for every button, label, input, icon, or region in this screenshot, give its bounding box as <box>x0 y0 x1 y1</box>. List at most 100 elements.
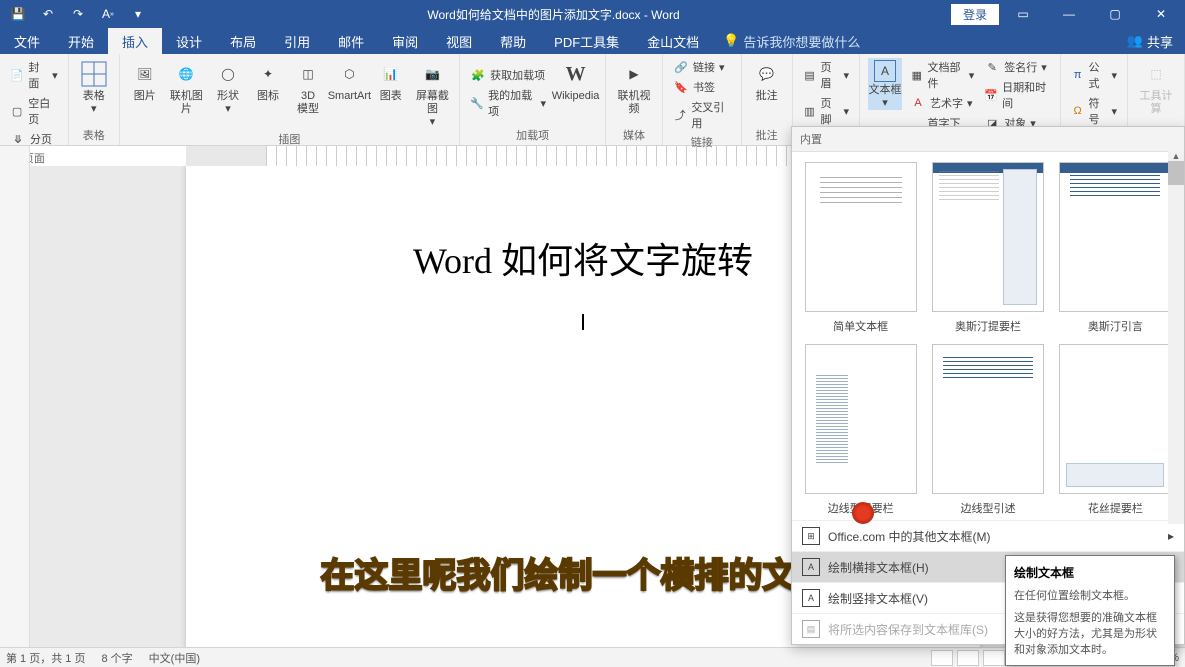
tool-calc-button: ⬚工具计算 <box>1136 58 1176 116</box>
quick-access-toolbar: 💾 ↶ ↷ A» ▾ <box>0 3 156 25</box>
wikipedia-button[interactable]: WWikipedia <box>554 58 597 103</box>
wordart-button[interactable]: A艺术字▾ <box>908 94 976 112</box>
blank-page-button[interactable]: ▢空白页 <box>8 94 60 128</box>
maximize-icon[interactable]: ▢ <box>1093 0 1137 28</box>
status-words[interactable]: 8 个字 <box>101 650 132 666</box>
xref-icon: ⤴ <box>673 107 687 123</box>
symbol-button[interactable]: Ω符号▾ <box>1069 94 1119 128</box>
tab-mailings[interactable]: 邮件 <box>324 28 378 54</box>
icons-button[interactable]: ✦图标 <box>251 58 285 103</box>
equation-button[interactable]: π公式▾ <box>1069 58 1119 92</box>
tooltip: 绘制文本框 在任何位置绘制文本框。 这是获得您想要的准确文本框大小的好方法，尤其… <box>1005 555 1175 666</box>
tab-file[interactable]: 文件 <box>0 28 54 54</box>
comment-button[interactable]: 💬批注 <box>750 58 784 103</box>
pictures-button[interactable]: 🖼图片 <box>128 58 162 103</box>
draw-v-icon: A <box>802 589 820 607</box>
group-comment: 💬批注 批注 <box>742 54 793 145</box>
gallery-banded-sidebar[interactable]: 边线型提要栏 <box>802 344 919 516</box>
gallery-banded-quote[interactable]: 边线型引述 <box>929 344 1046 516</box>
screenshot-button[interactable]: 📷屏幕截图▾ <box>414 58 451 129</box>
cover-page-button[interactable]: 📄封面▾ <box>8 58 60 92</box>
online-pic-icon: 🌐 <box>172 60 200 88</box>
tell-me-search[interactable]: 💡告诉我你想要做什么 <box>713 28 870 54</box>
date-icon: 📅 <box>984 87 998 103</box>
chart-button[interactable]: 📊图表 <box>374 58 408 103</box>
tab-layout[interactable]: 布局 <box>216 28 270 54</box>
signature-button[interactable]: ✎签名行▾ <box>982 58 1051 76</box>
tab-pdf[interactable]: PDF工具集 <box>540 28 633 54</box>
text-cursor <box>582 314 584 330</box>
gallery-filigree-sidebar[interactable]: 花丝提要栏 <box>1057 344 1174 516</box>
window-title: Word如何给文档中的图片添加文字.docx - Word <box>156 6 951 23</box>
online-pictures-button[interactable]: 🌐联机图片 <box>168 58 205 116</box>
share-button[interactable]: 👥共享 <box>1115 28 1185 54</box>
online-video-button[interactable]: ▶联机视频 <box>614 58 654 116</box>
store-icon: 🧩 <box>470 67 486 83</box>
group-illustrations: 🖼图片 🌐联机图片 ◯形状▾ ✦图标 ◫3D 模型 ⬡SmartArt 📊图表 … <box>120 54 460 145</box>
status-page[interactable]: 第 1 页，共 1 页 <box>6 650 85 666</box>
gallery-more-office[interactable]: ⊞Office.com 中的其他文本框(M)▸ <box>792 520 1184 551</box>
gallery-simple-textbox[interactable]: 简单文本框 <box>802 162 919 334</box>
link-button[interactable]: 🔗链接▾ <box>671 58 733 76</box>
tab-references[interactable]: 引用 <box>270 28 324 54</box>
smartart-icon: ⬡ <box>335 60 363 88</box>
view-buttons[interactable] <box>931 650 1005 666</box>
link-icon: 🔗 <box>673 59 689 75</box>
group-addins: 🧩获取加载项 🔧我的加载项▾ WWikipedia 加载项 <box>460 54 606 145</box>
datetime-button[interactable]: 📅日期和时间 <box>982 78 1051 112</box>
quick-parts-button[interactable]: ▦文档部件▾ <box>908 58 976 92</box>
tab-help[interactable]: 帮助 <box>486 28 540 54</box>
tooltip-title: 绘制文本框 <box>1014 564 1166 581</box>
cross-ref-button[interactable]: ⤴交叉引用 <box>671 98 733 132</box>
3d-model-button[interactable]: ◫3D 模型 <box>291 58 325 116</box>
video-icon: ▶ <box>620 60 648 88</box>
pi-icon: π <box>1071 67 1085 83</box>
sig-icon: ✎ <box>984 59 1000 75</box>
tab-view[interactable]: 视图 <box>432 28 486 54</box>
tab-review[interactable]: 审阅 <box>378 28 432 54</box>
textbox-button[interactable]: A文本框▾ <box>868 58 902 110</box>
minimize-icon[interactable]: — <box>1047 0 1091 28</box>
undo-icon[interactable]: ↶ <box>36 3 60 25</box>
header-icon: ▤ <box>803 67 817 83</box>
ribbon-display-icon[interactable]: ▭ <box>1001 0 1045 28</box>
tooltip-body2: 这是获得您想要的准确文本框大小的好方法，尤其是为形状和对象添加文本时。 <box>1014 609 1166 657</box>
cube-icon: ◫ <box>294 60 322 88</box>
cursor-indicator <box>852 502 874 524</box>
tab-wps[interactable]: 金山文档 <box>633 28 713 54</box>
group-pages: 📄封面▾ ▢空白页 ⤋分页 页面 <box>0 54 69 145</box>
shapes-button[interactable]: ◯形状▾ <box>211 58 245 116</box>
redo-icon[interactable]: ↷ <box>66 3 90 25</box>
gallery-austin-quote[interactable]: 奥斯汀引言 <box>1057 162 1174 334</box>
save-icon[interactable]: 💾 <box>6 3 30 25</box>
ribbon-tabs: 文件 开始 插入 设计 布局 引用 邮件 审阅 视图 帮助 PDF工具集 金山文… <box>0 28 1185 54</box>
font-icon[interactable]: A» <box>96 3 120 25</box>
tab-insert[interactable]: 插入 <box>108 28 162 54</box>
gallery-austin-sidebar[interactable]: 奥斯汀提要栏 <box>929 162 1046 334</box>
smartart-button[interactable]: ⬡SmartArt <box>331 58 368 103</box>
table-button[interactable]: 表格▾ <box>77 58 111 116</box>
get-addins-button[interactable]: 🧩获取加载项 <box>468 66 548 84</box>
header-button[interactable]: ▤页眉▾ <box>801 58 851 92</box>
tab-design[interactable]: 设计 <box>162 28 216 54</box>
picture-icon: 🖼 <box>131 60 159 88</box>
my-addins-button[interactable]: 🔧我的加载项▾ <box>468 86 548 120</box>
wikipedia-icon: W <box>562 60 590 88</box>
wordart-icon: A <box>910 95 926 111</box>
omega-icon: Ω <box>1071 103 1085 119</box>
close-icon[interactable]: ✕ <box>1139 0 1183 28</box>
parts-icon: ▦ <box>910 67 924 83</box>
tab-home[interactable]: 开始 <box>54 28 108 54</box>
shapes-icon: ◯ <box>214 60 242 88</box>
bookmark-button[interactable]: 🔖书签 <box>671 78 733 96</box>
calc-icon: ⬚ <box>1142 60 1170 88</box>
login-button[interactable]: 登录 <box>951 4 999 25</box>
footer-button[interactable]: ▥页脚▾ <box>801 94 851 128</box>
qat-more-icon[interactable]: ▾ <box>126 3 150 25</box>
status-lang[interactable]: 中文(中国) <box>149 650 200 666</box>
vertical-ruler <box>0 166 30 647</box>
group-media: ▶联机视频 媒体 <box>606 54 663 145</box>
gallery-scrollbar[interactable]: ▲ <box>1168 151 1184 524</box>
bulb-icon: 💡 <box>723 33 739 49</box>
group-tables: 表格▾ 表格 <box>69 54 120 145</box>
